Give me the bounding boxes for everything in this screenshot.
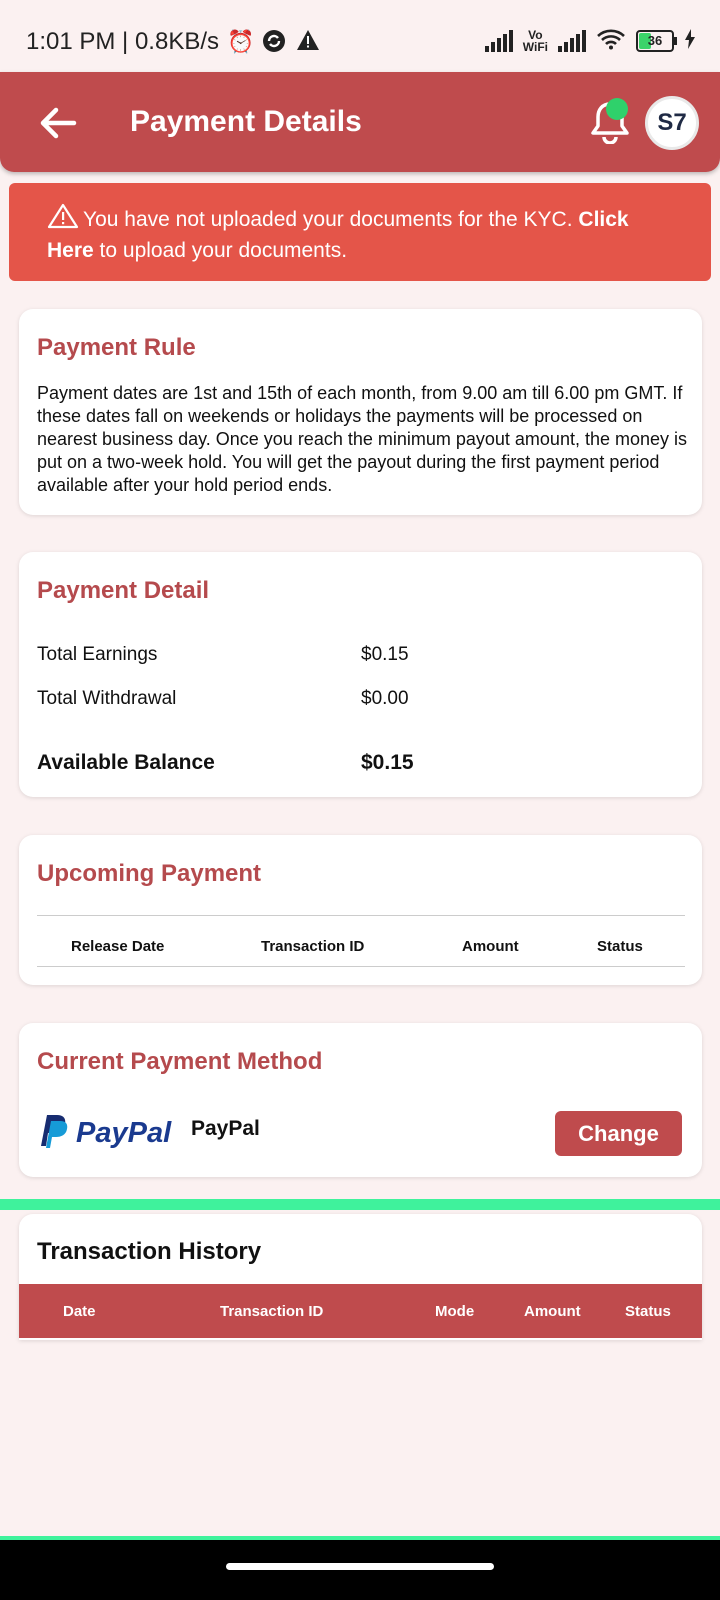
payment-method-card: Current Payment Method PayPal PayPal Cha… — [19, 1023, 702, 1177]
transaction-history-card: Transaction History Date Transaction ID … — [19, 1214, 702, 1340]
history-col-status: Status — [625, 1303, 671, 1320]
transaction-history-header: Date Transaction ID Mode Amount Status — [19, 1284, 702, 1338]
status-left: 1:01 PM | 0.8KB/s ⏰ — [26, 28, 321, 56]
warning-icon — [295, 29, 321, 55]
payment-rule-title: Payment Rule — [37, 334, 196, 361]
payment-detail-title: Payment Detail — [37, 577, 210, 604]
upcoming-col-release-date: Release Date — [71, 938, 165, 955]
signal-2-icon — [558, 29, 586, 52]
kyc-warning-banner[interactable]: You have not uploaded your documents for… — [9, 183, 711, 281]
charging-icon — [684, 28, 696, 53]
upcoming-col-transaction-id: Transaction ID — [261, 938, 365, 955]
kyc-banner-text: You have not uploaded your documents for… — [83, 208, 573, 231]
total-withdrawal-value: $0.00 — [361, 688, 409, 709]
avatar[interactable]: S7 — [645, 96, 699, 150]
available-balance-label: Available Balance — [37, 751, 215, 774]
payment-rule-card: Payment Rule Payment dates are 1st and 1… — [19, 309, 702, 515]
total-earnings-label: Total Earnings — [37, 644, 158, 665]
back-arrow-icon[interactable] — [38, 105, 78, 141]
transaction-history-title: Transaction History — [37, 1238, 262, 1265]
battery-icon: 36 — [636, 29, 677, 52]
green-divider-top — [0, 1199, 720, 1210]
table-top-divider — [37, 915, 685, 916]
payment-method-label: PayPal — [191, 1117, 260, 1140]
kyc-banner-suffix: to upload your documents. — [99, 239, 348, 262]
payment-detail-card: Payment Detail Total Earnings $0.15 Tota… — [19, 552, 702, 797]
vowifi-top: Vo — [528, 27, 543, 42]
total-withdrawal-label: Total Withdrawal — [37, 688, 177, 709]
payment-rule-text: Payment dates are 1st and 15th of each m… — [37, 383, 688, 495]
upcoming-col-status: Status — [597, 938, 643, 955]
history-col-mode: Mode — [435, 1303, 475, 1320]
history-col-date: Date — [63, 1303, 96, 1320]
vowifi-bottom: WiFi — [522, 39, 548, 54]
signal-icon — [484, 29, 513, 52]
upcoming-payment-title: Upcoming Payment — [37, 860, 262, 887]
upcoming-col-amount: Amount — [462, 938, 519, 955]
available-balance-value: $0.15 — [361, 751, 414, 774]
table-bottom-divider — [37, 966, 685, 967]
total-earnings-value: $0.15 — [361, 644, 409, 665]
battery-level: 36 — [647, 32, 663, 48]
vowifi-indicator: Vo WiFi — [523, 29, 548, 53]
wifi-icon — [596, 28, 626, 53]
sync-app-icon — [261, 29, 287, 55]
history-col-amount: Amount — [524, 1303, 581, 1320]
home-gesture-handle[interactable] — [226, 1563, 494, 1570]
paypal-logo-text: PayPal — [76, 1117, 172, 1149]
change-payment-method-button[interactable]: Change — [555, 1111, 682, 1156]
history-col-transaction-id: Transaction ID — [220, 1303, 324, 1320]
status-right: Vo WiFi 36 — [484, 28, 696, 53]
status-bar: 1:01 PM | 0.8KB/s ⏰ Vo WiFi 36 — [0, 0, 720, 72]
warning-triangle-icon — [47, 203, 79, 237]
status-time-speed: 1:01 PM | 0.8KB/s — [26, 28, 219, 55]
alarm-icon: ⏰ — [227, 29, 255, 54]
app-bar: Payment Details S7 — [0, 72, 720, 172]
page-title: Payment Details — [130, 105, 362, 138]
payment-method-title: Current Payment Method — [37, 1048, 323, 1075]
paypal-logo: PayPal — [37, 1112, 177, 1155]
notification-dot — [606, 98, 628, 120]
upcoming-payment-card: Upcoming Payment Release Date Transactio… — [19, 835, 702, 985]
system-nav-bar — [0, 1540, 720, 1600]
